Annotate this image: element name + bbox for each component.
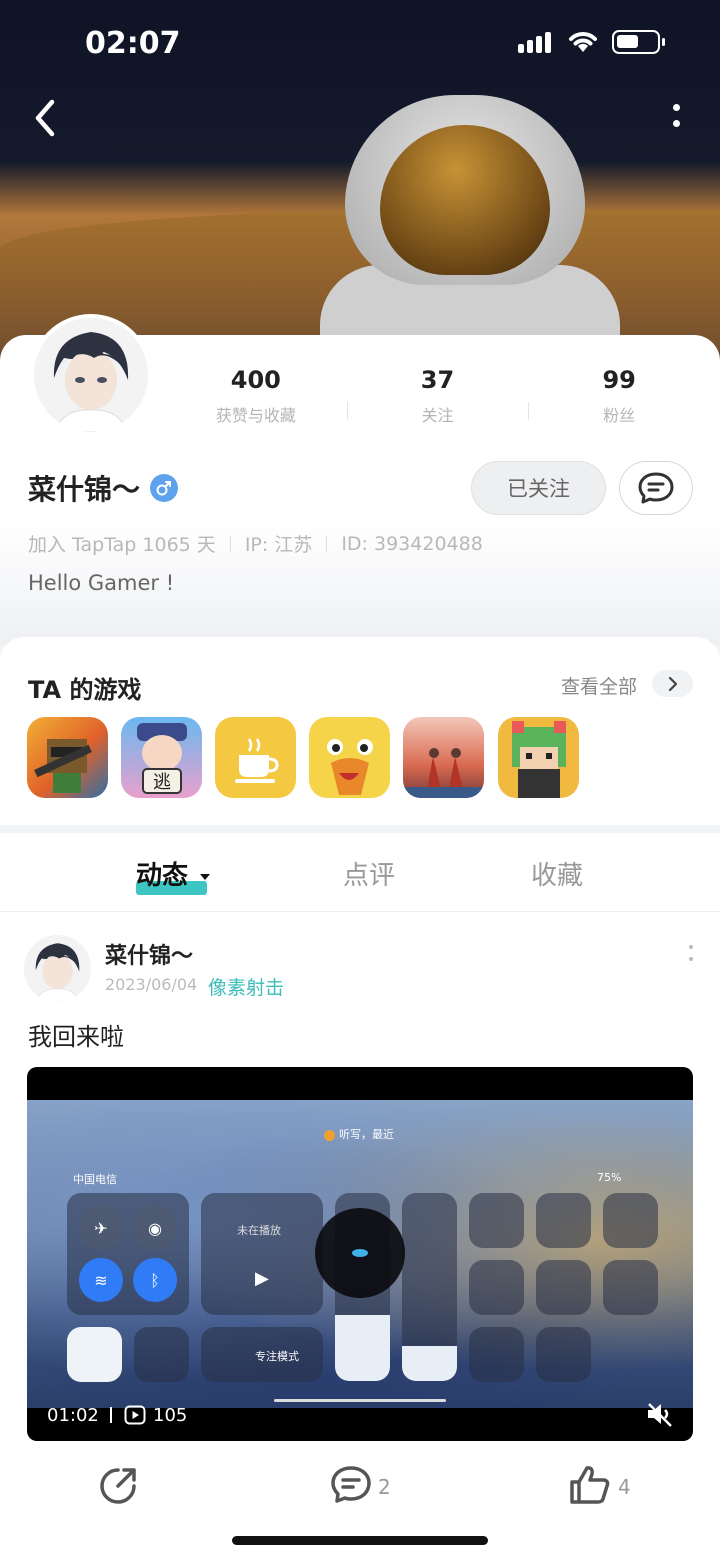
like-icon[interactable] xyxy=(568,1464,612,1510)
now-playing-tile xyxy=(201,1193,323,1315)
play-icon: ▶ xyxy=(255,1268,269,1289)
tab-divider xyxy=(0,911,720,912)
wifi-icon xyxy=(566,28,600,58)
mute-icon[interactable] xyxy=(645,1400,675,1432)
coffee-game-icon[interactable] xyxy=(215,717,296,798)
join-days: 加入 TapTap 1065 天 xyxy=(28,534,216,556)
battery-icon xyxy=(612,30,665,54)
qr-code-icon xyxy=(536,1260,591,1315)
signal-icon xyxy=(518,32,554,53)
bluetooth-icon: ᛒ xyxy=(133,1258,177,1302)
tab-favorites[interactable]: 收藏 xyxy=(531,855,583,892)
back-button[interactable] xyxy=(28,96,64,140)
post-game-tag[interactable]: 像素射击 xyxy=(208,973,284,1000)
svg-text:逃: 逃 xyxy=(153,772,171,793)
male-gender-icon xyxy=(150,474,179,502)
post-video[interactable]: 听写，最近 中国电信 75% ✈ ◉ ≋ ᛒ 未在播放 ▶ 专注模式 xyxy=(27,1067,693,1441)
video-duration: 01:02 xyxy=(47,1405,99,1426)
like-count: 4 xyxy=(618,1475,631,1499)
message-button[interactable] xyxy=(619,461,693,515)
camera-icon xyxy=(536,1193,591,1248)
comment-count: 2 xyxy=(378,1475,391,1499)
stat-following[interactable]: 37 关注 xyxy=(346,364,529,425)
cellular-icon: ◉ xyxy=(133,1206,177,1250)
siri-orb-icon xyxy=(315,1208,405,1298)
duck-game-icon[interactable] xyxy=(309,717,390,798)
more-options-button[interactable] xyxy=(666,100,686,134)
post-author-avatar[interactable] xyxy=(24,935,91,1002)
low-power-icon xyxy=(603,1260,658,1315)
screen-record-icon xyxy=(536,1327,591,1382)
post-date: 2023/06/04 xyxy=(105,975,198,994)
profile-meta: 加入 TapTap 1065 天 IP: 江苏 ID: 393420488 xyxy=(28,530,483,557)
name-row: 菜什锦～ xyxy=(28,468,179,508)
calculator-icon xyxy=(469,1327,524,1382)
timer-icon xyxy=(469,1260,524,1315)
text-size-icon xyxy=(603,1193,658,1248)
play-count-icon xyxy=(124,1405,146,1429)
post-author-name[interactable]: 菜什锦～ xyxy=(105,938,193,970)
pixel-cat-game-icon[interactable] xyxy=(498,717,579,798)
chat-icon xyxy=(638,472,674,504)
wifi-toggle-icon: ≋ xyxy=(79,1258,123,1302)
pixel-gunner-game-icon[interactable] xyxy=(27,717,108,798)
share-icon[interactable] xyxy=(96,1464,140,1512)
ip-location: IP: 江苏 xyxy=(244,534,313,556)
status-time: 02:07 xyxy=(85,26,181,61)
view-all-link[interactable]: 查看全部 xyxy=(561,672,637,699)
user-bio: Hello Gamer ! xyxy=(28,571,175,595)
caret-down-icon xyxy=(200,873,211,880)
escape-game-icon[interactable]: 逃 xyxy=(121,717,202,798)
games-title: TA 的游戏 xyxy=(28,676,142,704)
post-more-icon[interactable] xyxy=(686,945,696,969)
comment-icon[interactable] xyxy=(330,1465,372,1509)
username: 菜什锦～ xyxy=(28,473,141,506)
stat-likes[interactable]: 400 获赞与收藏 xyxy=(165,364,347,425)
orientation-lock-icon xyxy=(67,1327,122,1382)
avatar[interactable] xyxy=(30,314,152,436)
tab-activity[interactable]: 动态 xyxy=(136,855,211,892)
post-text: 我回来啦 xyxy=(28,1023,124,1051)
profile-stats: 400 获赞与收藏 37 关注 99 粉丝 xyxy=(165,364,710,425)
airplane-icon: ✈ xyxy=(79,1206,123,1250)
screen-mirror-icon xyxy=(134,1327,189,1382)
flashlight-icon xyxy=(469,1193,524,1248)
tab-bar: 动态 点评 收藏 xyxy=(0,855,720,905)
following-button[interactable]: 已关注 xyxy=(471,461,606,515)
tab-reviews[interactable]: 点评 xyxy=(343,855,395,892)
status-bar: 02:07 xyxy=(0,0,720,80)
video-play-count: 105 xyxy=(153,1405,188,1426)
profile-page: 02:07 400 获赞与收藏 37 关注 99 粉丝 菜什锦～ 已关注 加入 … xyxy=(0,0,720,1558)
home-indicator xyxy=(232,1536,488,1545)
user-id: ID: 393420488 xyxy=(341,532,483,555)
sky-game-icon[interactable] xyxy=(403,717,484,798)
chevron-right-icon[interactable] xyxy=(652,670,693,697)
stat-followers[interactable]: 99 粉丝 xyxy=(528,364,710,425)
mic-icon xyxy=(324,1129,335,1141)
